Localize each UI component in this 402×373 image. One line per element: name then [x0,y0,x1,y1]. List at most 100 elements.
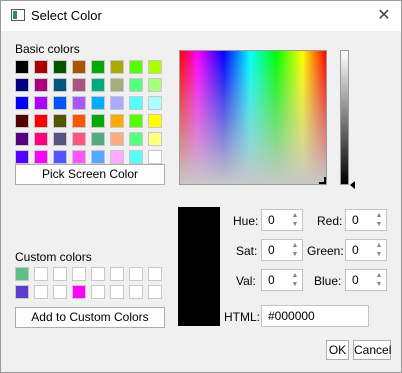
basic-color-swatch[interactable] [129,114,143,128]
basic-color-swatch[interactable] [15,114,29,128]
basic-color-swatch[interactable] [110,114,124,128]
basic-color-swatch[interactable] [148,96,162,110]
basic-color-swatch[interactable] [129,150,143,164]
chevron-down-icon[interactable]: ▼ [290,220,300,229]
custom-color-swatch[interactable] [34,267,48,281]
custom-color-swatch[interactable] [53,285,67,299]
basic-color-swatch[interactable] [53,78,67,92]
chevron-up-icon[interactable]: ▲ [290,271,300,280]
luminance-slider[interactable] [340,50,349,185]
sat-label: Sat: [236,244,258,258]
basic-color-swatch[interactable] [129,78,143,92]
chevron-up-icon[interactable]: ▲ [374,271,384,280]
basic-color-swatch[interactable] [15,60,29,74]
val-spinbox[interactable]: 0 ▲ ▼ [261,269,303,291]
html-color-input[interactable]: #000000 [261,305,369,327]
spectrum-cursor[interactable] [319,177,326,184]
basic-color-swatch[interactable] [129,96,143,110]
basic-color-swatch[interactable] [53,96,67,110]
custom-color-swatch[interactable] [53,267,67,281]
custom-color-swatch[interactable] [15,285,29,299]
ok-button[interactable]: OK [326,340,349,360]
custom-color-swatch[interactable] [72,285,86,299]
basic-color-swatch[interactable] [148,132,162,146]
basic-color-swatch[interactable] [110,132,124,146]
custom-color-swatch[interactable] [148,285,162,299]
chevron-down-icon[interactable]: ▼ [290,280,300,289]
red-value: 0 [352,213,359,227]
custom-color-swatch[interactable] [72,267,86,281]
basic-color-swatch[interactable] [110,96,124,110]
basic-color-swatch[interactable] [91,114,105,128]
chevron-up-icon[interactable]: ▲ [374,241,384,250]
basic-color-swatch[interactable] [129,60,143,74]
basic-color-swatch[interactable] [129,132,143,146]
basic-color-swatch[interactable] [34,60,48,74]
custom-color-swatch[interactable] [110,285,124,299]
custom-color-swatch[interactable] [91,285,105,299]
basic-color-swatch[interactable] [110,78,124,92]
custom-color-swatch[interactable] [91,267,105,281]
basic-color-swatch[interactable] [91,132,105,146]
basic-color-swatch[interactable] [15,78,29,92]
close-button[interactable]: ✕ [373,5,395,27]
basic-color-swatch[interactable] [148,60,162,74]
sat-value: 0 [268,243,275,257]
chevron-down-icon[interactable]: ▼ [374,220,384,229]
title-bar[interactable]: Select Color ✕ [1,1,401,31]
sat-spinbox[interactable]: 0 ▲ ▼ [261,239,303,261]
basic-color-swatch[interactable] [34,132,48,146]
green-spinbox[interactable]: 0 ▲ ▼ [345,239,387,261]
basic-color-swatch[interactable] [110,60,124,74]
basic-color-swatch[interactable] [91,78,105,92]
custom-color-swatch[interactable] [129,267,143,281]
custom-color-swatch[interactable] [34,285,48,299]
basic-color-swatch[interactable] [15,132,29,146]
cancel-button[interactable]: Cancel [353,340,391,360]
blue-spinbox[interactable]: 0 ▲ ▼ [345,269,387,291]
chevron-up-icon[interactable]: ▲ [290,211,300,220]
pick-screen-color-button[interactable]: Pick Screen Color [15,164,165,185]
basic-color-swatch[interactable] [15,96,29,110]
basic-color-swatch[interactable] [72,78,86,92]
hue-spinbox[interactable]: 0 ▲ ▼ [261,209,303,231]
chevron-down-icon[interactable]: ▼ [290,250,300,259]
chevron-up-icon[interactable]: ▲ [374,211,384,220]
chevron-down-icon[interactable]: ▼ [374,250,384,259]
color-dialog: Select Color ✕ Basic colors Pick Screen … [0,0,402,373]
custom-color-swatch[interactable] [15,267,29,281]
basic-color-swatch[interactable] [72,132,86,146]
basic-color-swatch[interactable] [91,60,105,74]
red-spinbox[interactable]: 0 ▲ ▼ [345,209,387,231]
basic-color-swatch[interactable] [53,132,67,146]
basic-color-swatch[interactable] [91,96,105,110]
add-to-custom-colors-button[interactable]: Add to Custom Colors [15,307,165,328]
basic-color-swatch[interactable] [72,60,86,74]
custom-color-swatch[interactable] [148,267,162,281]
hue-value: 0 [268,213,275,227]
custom-color-swatch[interactable] [129,285,143,299]
basic-color-swatch[interactable] [53,114,67,128]
blue-value: 0 [352,273,359,287]
basic-color-swatch[interactable] [148,114,162,128]
basic-color-swatch[interactable] [34,96,48,110]
basic-color-swatch[interactable] [53,60,67,74]
custom-color-swatch[interactable] [110,267,124,281]
basic-color-swatch[interactable] [34,150,48,164]
color-spectrum[interactable] [179,50,327,185]
basic-color-swatch[interactable] [148,150,162,164]
chevron-down-icon[interactable]: ▼ [374,280,384,289]
basic-color-swatch[interactable] [72,114,86,128]
basic-color-swatch[interactable] [15,150,29,164]
basic-color-swatch[interactable] [110,150,124,164]
val-value: 0 [268,273,275,287]
basic-color-swatch[interactable] [148,78,162,92]
luminance-pointer-icon[interactable] [350,181,355,189]
basic-color-swatch[interactable] [34,114,48,128]
basic-color-swatch[interactable] [34,78,48,92]
basic-color-swatch[interactable] [72,96,86,110]
basic-color-swatch[interactable] [72,150,86,164]
basic-color-swatch[interactable] [91,150,105,164]
basic-color-swatch[interactable] [53,150,67,164]
chevron-up-icon[interactable]: ▲ [290,241,300,250]
